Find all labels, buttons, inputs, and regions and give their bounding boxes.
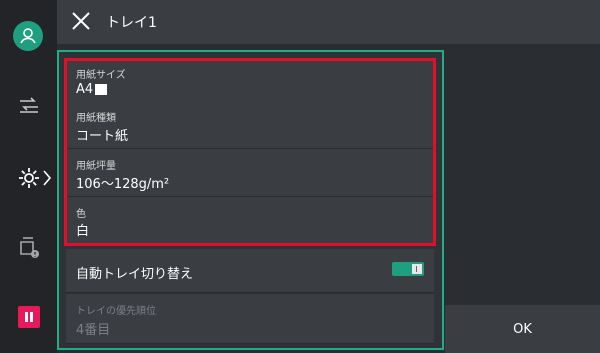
auto-tray-switch-row[interactable]: 自動トレイ切り替え — [66, 249, 434, 293]
paper-type-label: 用紙種類 — [76, 113, 116, 124]
gear-icon[interactable] — [17, 166, 41, 190]
paper-color-label: 色 — [76, 209, 86, 220]
close-icon[interactable] — [70, 10, 92, 32]
paper-weight-label: 用紙坪量 — [76, 161, 116, 172]
ok-button[interactable]: OK — [445, 305, 600, 353]
page-title: トレイ1 — [106, 15, 157, 31]
paper-size-value: A4 — [76, 82, 108, 97]
paper-size-label: 用紙サイズ — [76, 70, 126, 81]
tray-priority-row: トレイの優先順位 4番目 — [66, 294, 434, 344]
sidebar — [0, 0, 57, 353]
user-icon[interactable] — [13, 21, 43, 51]
paper-weight-value: 106〜128g/m² — [76, 177, 170, 192]
tray-priority-value: 4番目 — [76, 323, 111, 338]
tray-status-icon[interactable] — [17, 236, 41, 260]
paper-weight-row[interactable]: 用紙坪量 106〜128g/m² — [66, 149, 434, 197]
paper-type-row[interactable]: 用紙種類 コート紙 — [66, 101, 434, 149]
paper-type-value: コート紙 — [76, 129, 129, 144]
transfer-icon[interactable] — [16, 94, 42, 114]
pause-icon[interactable] — [18, 306, 40, 328]
paper-color-row[interactable]: 色 白 — [66, 197, 434, 244]
tray-priority-label: トレイの優先順位 — [76, 306, 156, 317]
paper-color-swatch — [95, 84, 108, 95]
paper-color-value: 白 — [76, 224, 90, 239]
chevron-right-icon — [42, 168, 52, 188]
toggle-knob — [412, 264, 422, 274]
auto-tray-switch-toggle[interactable] — [392, 262, 424, 276]
auto-tray-switch-label: 自動トレイ切り替え — [76, 267, 194, 282]
